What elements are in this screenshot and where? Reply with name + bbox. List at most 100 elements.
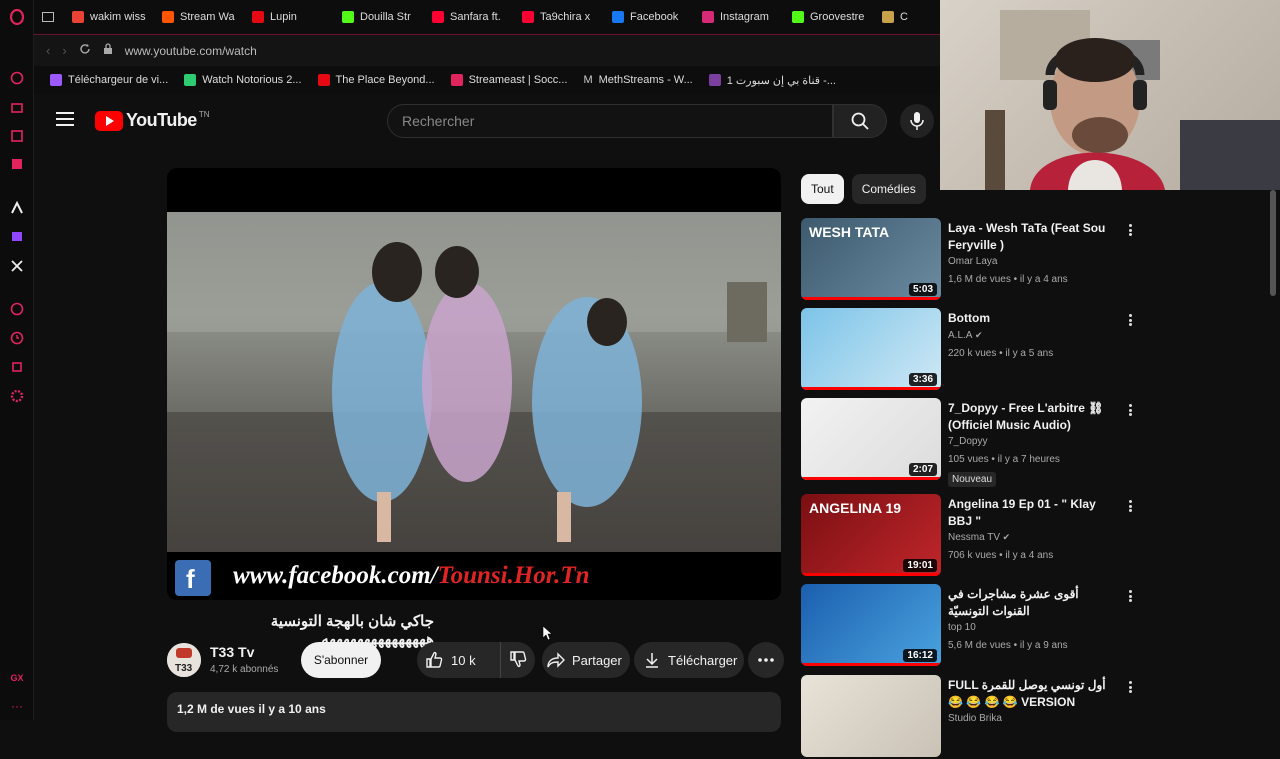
verified-icon: ✔ <box>972 330 983 340</box>
recommendation-title[interactable]: أقوى عشرة مشاجرات في القنوات التونسيّة <box>948 586 1118 620</box>
like-button[interactable]: 10 k <box>417 642 501 678</box>
recommendation-title[interactable]: FULL أول تونسي يوصل للقمرة 😂 😂 😂 😂 VERSI… <box>948 677 1118 711</box>
video-thumbnail[interactable] <box>801 675 941 757</box>
x-icon[interactable] <box>9 258 25 274</box>
settings-icon[interactable] <box>9 388 25 404</box>
recommendation-title[interactable]: Bottom <box>948 310 1118 327</box>
filter-chip[interactable]: Tout <box>801 174 844 204</box>
recommendation-channel[interactable]: Omar Laya <box>948 256 997 267</box>
more-actions-button[interactable] <box>748 642 784 678</box>
bookmark-item[interactable]: M MethStreams - W... <box>577 74 698 86</box>
browser-tab[interactable]: Groovestre <box>784 0 874 34</box>
channel-avatar[interactable]: T33 <box>167 643 201 677</box>
browser-tab[interactable]: Ta9chira x <box>514 0 604 34</box>
forward-icon[interactable]: › <box>62 43 66 58</box>
bookmark-item[interactable]: Streameast | Socc... <box>445 74 574 86</box>
search-button[interactable] <box>833 104 887 138</box>
scrollbar[interactable] <box>1270 190 1276 296</box>
video-thumbnail[interactable]: WESH TATA 5:03 <box>801 218 941 300</box>
video-thumbnail[interactable]: ANGELINA 19 19:01 <box>801 494 941 576</box>
download-button[interactable]: Télécharger <box>634 642 744 678</box>
recommendation-title[interactable]: 7_Dopyy - Free L'arbitre ⛓ (Officiel Mus… <box>948 400 1118 434</box>
arc-icon[interactable] <box>9 200 25 216</box>
aria-icon[interactable] <box>9 70 25 86</box>
watch-progress-bar <box>801 297 941 300</box>
filter-chip[interactable]: Comédies <box>851 174 926 204</box>
recommendation-title[interactable]: Laya - Wesh TaTa (Feat Sou Feryville ) <box>948 220 1118 254</box>
more-vertical-icon[interactable] <box>1125 222 1135 238</box>
recommendation-channel[interactable]: top 10 <box>948 622 976 633</box>
video-thumbnail[interactable]: 3:36 <box>801 308 941 390</box>
bookmark-favicon-icon: M <box>583 74 593 86</box>
bookmark-item[interactable]: Watch Notorious 2... <box>178 74 307 86</box>
shopping-icon[interactable] <box>9 99 25 115</box>
more-vertical-icon[interactable] <box>1125 679 1135 695</box>
bookmark-item[interactable]: قناة بي إن سبورت 1 -... <box>703 74 842 87</box>
tab-label: Ta9chira x <box>540 11 591 23</box>
browser-tab[interactable]: wakim wiss <box>64 0 154 34</box>
more-vertical-icon[interactable] <box>1125 588 1135 604</box>
share-button[interactable]: Partager <box>542 642 630 678</box>
tab-label: Instagram <box>720 11 769 23</box>
bookmark-item[interactable]: Téléchargeur de vi... <box>44 74 174 86</box>
gaming-icon[interactable] <box>9 128 25 144</box>
recommendation-title[interactable]: Angelina 19 Ep 01 - " Klay BBJ " <box>948 496 1118 530</box>
watch-progress-bar <box>801 387 941 390</box>
svg-text:T33: T33 <box>175 663 193 674</box>
video-thumbnail[interactable]: 2:07 <box>801 398 941 480</box>
recommendation-meta: 220 k vues • il y a 5 ans <box>948 348 1054 359</box>
more-vertical-icon[interactable] <box>1125 312 1135 328</box>
subscribe-button[interactable]: S'abonner <box>301 642 381 678</box>
back-icon[interactable]: ‹ <box>46 43 50 58</box>
browser-tab[interactable]: Stream Wa <box>154 0 244 34</box>
hamburger-menu-icon[interactable] <box>56 112 74 131</box>
recommendation-item[interactable]: 3:36 Bottom A.L.A ✔ 220 k vues • il y a 5 a… <box>801 308 1141 392</box>
recommendation-item[interactable]: ANGELINA 19 19:01 Angelina 19 Ep 01 - " Kl… <box>801 494 1141 578</box>
browser-tab[interactable]: Facebook <box>604 0 694 34</box>
voice-search-button[interactable] <box>900 104 934 138</box>
bookmark-label: Watch Notorious 2... <box>202 74 302 86</box>
browser-tab[interactable]: Lupin <box>244 0 334 34</box>
video-player[interactable]: f www.facebook.com/ Tounsi.Hor.Tn <box>167 168 781 600</box>
player-icon[interactable] <box>9 301 25 317</box>
dislike-button[interactable] <box>501 650 527 671</box>
more-vertical-icon[interactable] <box>1125 402 1135 418</box>
url-field[interactable]: www.youtube.com/watch <box>125 44 257 58</box>
more-vertical-icon[interactable] <box>1125 498 1135 514</box>
tab-overview-icon[interactable] <box>34 0 64 34</box>
browser-tab[interactable]: Instagram <box>694 0 784 34</box>
browser-tab[interactable]: C <box>874 0 908 34</box>
browser-tab[interactable]: Douilla Str <box>334 0 424 34</box>
browser-tab[interactable]: Sanfara ft. <box>424 0 514 34</box>
recommendation-channel[interactable]: Nessma TV ✔ <box>948 532 1010 543</box>
more-icon[interactable]: ··· <box>9 698 25 714</box>
channel-name[interactable]: T33 Tv <box>210 644 254 660</box>
tab-label: Groovestre <box>810 11 865 23</box>
description-box[interactable]: 1,2 M de vues il y a 10 ans <box>167 692 781 732</box>
messenger-icon[interactable] <box>9 156 25 172</box>
recommendation-channel[interactable]: 7_Dopyy <box>948 436 987 447</box>
bookmarks-bar: Téléchargeur de vi... Watch Notorious 2..… <box>34 66 940 94</box>
reload-icon[interactable] <box>79 42 91 60</box>
recommendation-item[interactable]: FULL أول تونسي يوصل للقمرة 😂 😂 😂 😂 VERSI… <box>801 675 1141 759</box>
history-icon[interactable] <box>9 330 25 346</box>
search-input[interactable]: Rechercher <box>387 104 833 138</box>
share-icon <box>547 652 565 668</box>
recommendation-channel[interactable]: A.L.A ✔ <box>948 330 983 341</box>
recommendation-item[interactable]: 16:12 أقوى عشرة مشاجرات في القنوات التونس… <box>801 584 1141 668</box>
video-thumbnail[interactable]: 16:12 <box>801 584 941 666</box>
opera-logo-icon[interactable] <box>9 9 25 25</box>
twitch-icon[interactable] <box>9 229 25 245</box>
extensions-icon[interactable] <box>9 359 25 375</box>
channel-name: top 10 <box>948 622 976 633</box>
bookmark-label: Téléchargeur de vi... <box>68 74 169 86</box>
tab-favicon-icon <box>342 11 354 23</box>
recommendation-channel[interactable]: Studio Brika <box>948 713 1002 724</box>
address-bar: ‹ › www.youtube.com/watch <box>34 34 940 66</box>
recommendation-item[interactable]: 2:07 7_Dopyy - Free L'arbitre ⛓ (Officiel… <box>801 398 1141 487</box>
download-icon <box>646 653 658 668</box>
gx-icon[interactable]: GX <box>9 670 25 686</box>
recommendation-item[interactable]: WESH TATA 5:03 Laya - Wesh TaTa (Feat Sou … <box>801 218 1141 302</box>
bookmark-item[interactable]: The Place Beyond... <box>312 74 441 86</box>
youtube-logo[interactable]: YouTube TN <box>95 110 210 131</box>
